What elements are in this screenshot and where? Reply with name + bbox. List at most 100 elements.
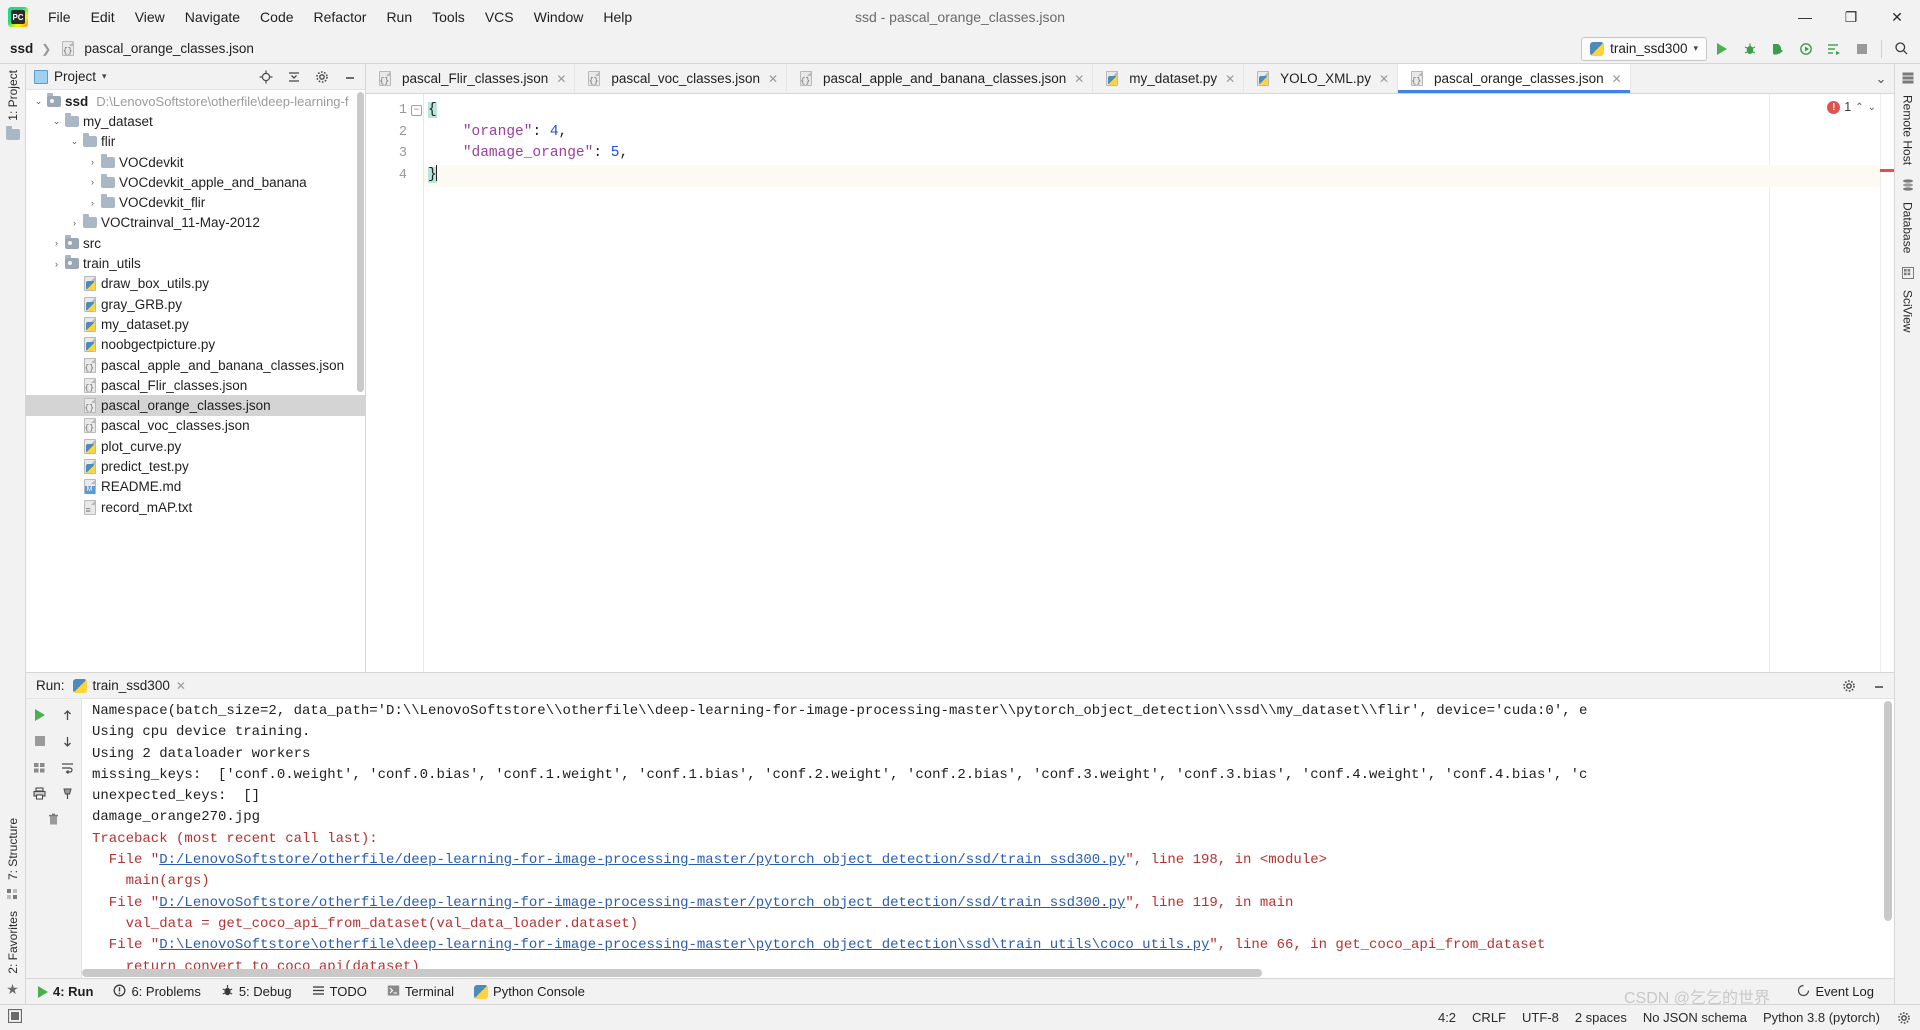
menu-help[interactable]: Help (593, 5, 642, 29)
file-link[interactable]: D:/LenovoSoftstore/otherfile/deep-learni… (159, 895, 1125, 911)
tab-list-chevron-down-icon[interactable]: ⌄ (1868, 64, 1894, 93)
scroll-up-icon[interactable] (56, 703, 80, 727)
stop-button[interactable] (1849, 37, 1875, 61)
close-icon[interactable]: ✕ (556, 72, 566, 86)
chevron-right-icon[interactable]: › (68, 218, 81, 228)
next-problem-icon[interactable]: ⌄ (1868, 102, 1876, 113)
inspection-widget[interactable]: ! 1 ⌃ ⌄ (1827, 100, 1876, 114)
editor-tab[interactable]: pascal_voc_classes.json ✕ (575, 64, 788, 93)
clear-all-icon[interactable] (42, 807, 66, 831)
tree-node[interactable]: › train_utils (26, 253, 365, 273)
collapse-all-icon[interactable] (283, 66, 305, 88)
menu-run[interactable]: Run (376, 5, 422, 29)
chevron-down-icon[interactable]: ⌄ (68, 136, 81, 147)
file-encoding[interactable]: UTF-8 (1522, 1010, 1559, 1025)
error-stripe-mark[interactable] (1880, 169, 1894, 172)
status-left-icon[interactable] (7, 1008, 23, 1026)
stop-icon[interactable] (28, 729, 52, 753)
chevron-down-icon[interactable]: ⌄ (50, 116, 63, 127)
hide-icon[interactable] (1868, 675, 1890, 697)
sidebar-tab-structure[interactable]: 7: Structure (6, 812, 20, 886)
tree-node[interactable]: ⌄ flir (26, 132, 365, 152)
close-icon[interactable]: ✕ (1225, 72, 1235, 86)
tree-node[interactable]: record_mAP.txt (26, 497, 365, 517)
run-tab-train-ssd300[interactable]: train_ssd300 ✕ (72, 678, 186, 693)
indent-setting[interactable]: 2 spaces (1575, 1010, 1627, 1025)
tree-node[interactable]: › src (26, 233, 365, 253)
rerun-icon[interactable] (28, 703, 52, 727)
editor-tab[interactable]: pascal_Flir_classes.json ✕ (366, 64, 576, 93)
search-everywhere-icon[interactable] (1888, 37, 1914, 61)
tree-node[interactable]: › VOCdevkit (26, 152, 365, 172)
tree-node[interactable]: › VOCdevkit_flir (26, 192, 365, 212)
close-icon[interactable]: ✕ (1379, 72, 1389, 86)
prev-problem-icon[interactable]: ⌃ (1855, 102, 1863, 113)
caret-position[interactable]: 4:2 (1438, 1010, 1456, 1025)
close-button[interactable]: ✕ (1874, 0, 1920, 34)
python-interpreter-selector[interactable]: Python 3.8 (pytorch) (1763, 1010, 1880, 1025)
tool-window-run[interactable]: 4: Run (28, 981, 103, 1002)
run-configuration-selector[interactable]: train_ssd300 ▾ (1581, 36, 1707, 61)
json-schema-selector[interactable]: No JSON schema (1643, 1010, 1747, 1025)
settings-gear-icon[interactable] (311, 66, 333, 88)
locate-icon[interactable] (255, 66, 277, 88)
run-dashboard-button[interactable] (1821, 37, 1847, 61)
close-icon[interactable]: ✕ (1074, 72, 1084, 86)
tree-node[interactable]: README.md (26, 477, 365, 497)
editor-tab[interactable]: pascal_apple_and_banana_classes.json ✕ (787, 64, 1094, 93)
menu-code[interactable]: Code (250, 5, 303, 29)
menu-file[interactable]: File (38, 5, 81, 29)
soft-wrap-icon[interactable] (56, 755, 80, 779)
tree-node[interactable]: pascal_voc_classes.json (26, 416, 365, 436)
menu-window[interactable]: Window (524, 5, 594, 29)
pin-icon[interactable] (56, 781, 80, 805)
close-icon[interactable]: ✕ (176, 679, 186, 693)
scroll-down-icon[interactable] (56, 729, 80, 753)
tree-node[interactable]: ⌄ ssd D:\LenovoSoftstore\otherfile\deep-le… (26, 91, 365, 111)
chevron-down-icon[interactable]: ⌄ (32, 96, 45, 107)
chevron-down-icon[interactable]: ▾ (102, 71, 107, 82)
tree-node[interactable]: my_dataset.py (26, 314, 365, 334)
project-tree-scrollbar[interactable] (357, 92, 364, 392)
tree-node[interactable]: pascal_orange_classes.json (26, 395, 365, 416)
debug-button[interactable] (1737, 37, 1763, 61)
sidebar-tab-remote-host[interactable]: Remote Host (1901, 89, 1915, 171)
sidebar-tab-project[interactable]: 1: Project (6, 64, 20, 127)
menu-refactor[interactable]: Refactor (304, 5, 377, 29)
file-link[interactable]: D:\LenovoSoftstore\otherfile\deep-learni… (159, 937, 1209, 953)
menu-navigate[interactable]: Navigate (175, 5, 250, 29)
chevron-right-icon[interactable]: › (86, 157, 99, 167)
tree-node[interactable]: › VOCtrainval_11-May-2012 (26, 213, 365, 233)
settings-gear-icon[interactable] (1838, 675, 1860, 697)
tree-node[interactable]: gray_GRB.py (26, 294, 365, 314)
menu-tools[interactable]: Tools (422, 5, 475, 29)
editor-tab[interactable]: my_dataset.py ✕ (1093, 64, 1245, 93)
minimize-button[interactable]: — (1782, 0, 1828, 34)
tool-window-problems[interactable]: 6: Problems (103, 981, 210, 1003)
fold-region-icon[interactable]: − (411, 105, 422, 116)
hide-icon[interactable] (339, 66, 361, 88)
console-horizontal-scrollbar[interactable] (82, 969, 1262, 977)
code-content[interactable]: { "orange": 4, "damage_orange": 5,} (424, 94, 1880, 672)
sidebar-tab-database[interactable]: Database (1901, 196, 1915, 259)
chevron-right-icon[interactable]: › (50, 238, 63, 248)
editor-tab[interactable]: YOLO_XML.py ✕ (1244, 64, 1399, 93)
tree-node[interactable]: plot_curve.py (26, 436, 365, 456)
tool-window-todo[interactable]: TODO (302, 981, 377, 1003)
tree-node[interactable]: predict_test.py (26, 456, 365, 476)
print-icon[interactable] (28, 781, 52, 805)
tree-node[interactable]: pascal_apple_and_banana_classes.json (26, 355, 365, 375)
tool-window-python-console[interactable]: Python Console (464, 981, 595, 1002)
run-button[interactable] (1709, 37, 1735, 61)
run-with-coverage-button[interactable] (1765, 37, 1791, 61)
chevron-right-icon[interactable]: › (86, 198, 99, 208)
sidebar-tab-favorites[interactable]: 2: Favorites (6, 905, 20, 980)
editor-tab[interactable]: pascal_orange_classes.json ✕ (1398, 64, 1631, 93)
profile-button[interactable] (1793, 37, 1819, 61)
console-vertical-scrollbar[interactable] (1884, 701, 1892, 921)
tool-window-debug[interactable]: 5: Debug (211, 981, 302, 1003)
tree-node[interactable]: noobgectpicture.py (26, 335, 365, 355)
tree-node[interactable]: pascal_Flir_classes.json (26, 375, 365, 395)
close-icon[interactable]: ✕ (1612, 72, 1622, 86)
breadcrumb-item-ssd[interactable]: ssd (10, 41, 33, 56)
